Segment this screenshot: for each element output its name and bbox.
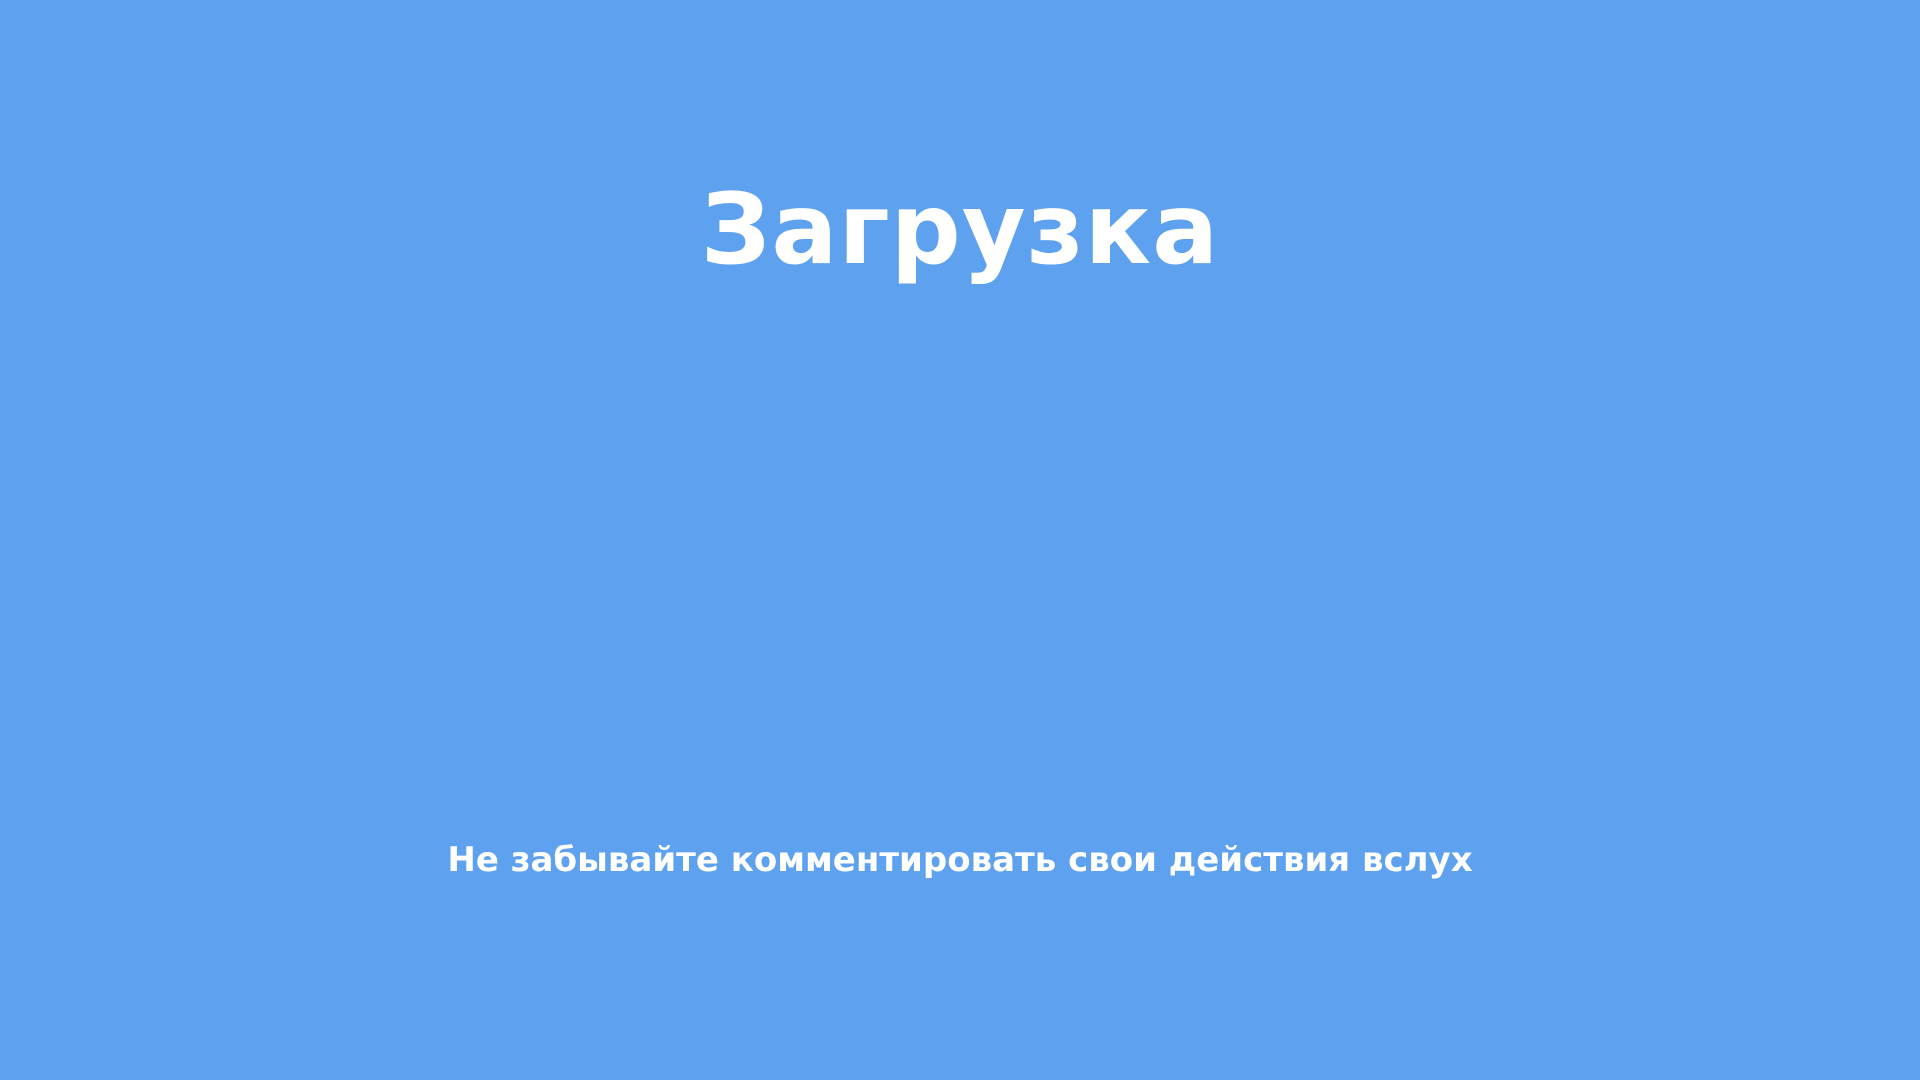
loading-screen: Загрузка Не забывайте комментировать сво… bbox=[0, 0, 1920, 1080]
loading-hint: Не забывайте комментировать свои действи… bbox=[447, 840, 1473, 880]
loading-title: Загрузка bbox=[700, 173, 1220, 287]
